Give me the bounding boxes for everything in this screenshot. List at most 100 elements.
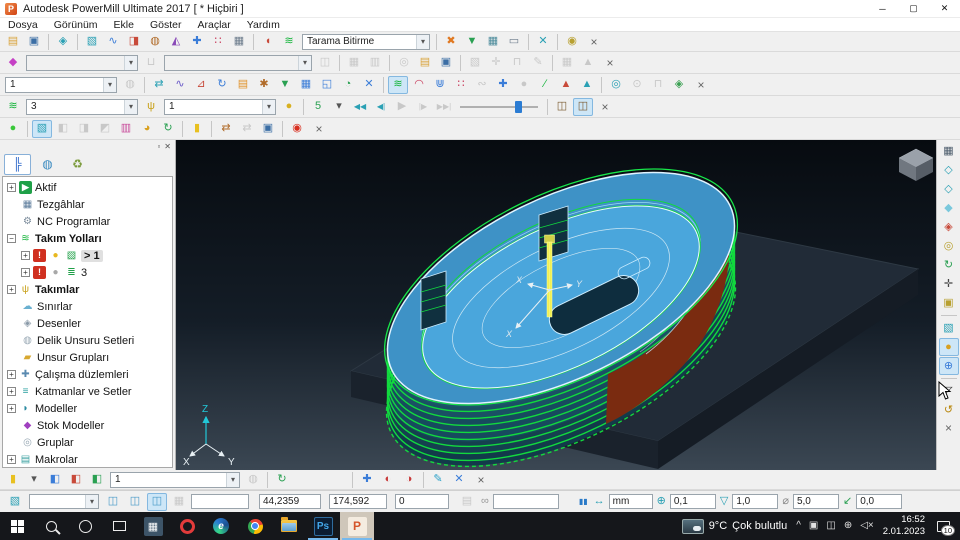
save-tool-database-button[interactable]: ▣ <box>436 54 456 72</box>
shading-options-button[interactable]: ◉ <box>562 33 582 51</box>
viewmill-swap-button[interactable]: ⇄ <box>216 120 236 138</box>
viewmill-rainbow-button[interactable]: ▥ <box>116 120 136 138</box>
toolpath-clock-button[interactable]: ◔ <box>338 76 358 94</box>
main-toolbar-close-button[interactable]: × <box>586 34 602 50</box>
simulation-speed-slider[interactable] <box>460 100 538 114</box>
notification-center-button[interactable]: 10 <box>934 518 955 536</box>
maximize-button[interactable]: ▢ <box>898 0 929 17</box>
explorer-tab-recycle[interactable]: ♻ <box>64 154 91 175</box>
iso1-view-button[interactable]: ◇ <box>939 161 959 179</box>
tool-toolbar-close-button[interactable]: × <box>602 55 618 71</box>
block-view-button[interactable]: ▧ <box>939 319 959 337</box>
weather-widget[interactable]: 9°C Çok bulutlu <box>681 518 787 534</box>
tree-expander[interactable]: + <box>7 370 16 379</box>
photoshop-app-button[interactable]: Ps <box>306 512 340 540</box>
pan-view-button[interactable]: ✛ <box>939 275 959 293</box>
tool-inspect-button[interactable]: ◎ <box>606 76 626 94</box>
delete-toolpath-button[interactable]: ✖ <box>441 33 461 51</box>
tree-expander[interactable]: + <box>7 183 16 192</box>
simulate-tool-combo[interactable]: 1 ▾ <box>164 98 276 115</box>
shade-toggle2-button[interactable]: ◑ <box>399 471 419 489</box>
viewmill-toolbar-close-button[interactable]: × <box>311 121 327 137</box>
cursor-x-field[interactable]: 44,2359 <box>259 494 321 509</box>
grid-size-field[interactable] <box>191 494 249 509</box>
menu-dosya[interactable]: Dosya <box>0 19 46 31</box>
rotate-animation-button[interactable]: ↻ <box>272 471 292 489</box>
go-to-start-button[interactable]: ◀◀ <box>350 98 370 116</box>
viewmill-level-button[interactable]: ▮ <box>187 120 207 138</box>
level-combo[interactable]: 1 ▾ <box>110 471 240 488</box>
viewmill-exit-button[interactable]: ◉ <box>287 120 307 138</box>
toolpath-swap-button[interactable]: ⇄ <box>149 76 169 94</box>
toolpath-ribbon-button[interactable]: ∿ <box>170 76 190 94</box>
select-box-button[interactable]: ◸ <box>939 382 959 400</box>
explorer-tab-world[interactable]: ◍ <box>34 154 61 175</box>
tree-item-takımlar[interactable]: + ψ Takımlar <box>3 281 172 298</box>
tree-item-gruplar[interactable]: ◎ Gruplar <box>3 434 172 451</box>
transform-button[interactable]: ✕ <box>533 33 553 51</box>
toolpath-name-combo[interactable]: 1 ▾ <box>5 76 117 93</box>
tree-expander[interactable]: − <box>7 234 16 243</box>
panel-close-icon[interactable]: ✕ <box>164 142 171 151</box>
cortana-button[interactable] <box>68 512 102 540</box>
highlight-point-button[interactable]: ● <box>279 98 299 116</box>
workplane-quick-button[interactable]: ✚ <box>357 471 377 489</box>
viewport[interactable]: X Y X Z X Y <box>176 140 936 470</box>
open-tool-database-button[interactable]: ▤ <box>415 54 435 72</box>
gouge-check-button[interactable]: ▲ <box>577 76 597 94</box>
simulation-toolbar-close-button[interactable]: × <box>597 99 613 115</box>
edge-app-button[interactable]: e <box>204 512 238 540</box>
tree-item-aktif[interactable]: + ▶ Aktif <box>3 179 172 196</box>
toolpath-toolbar-close-button[interactable]: × <box>693 77 709 93</box>
opera-app-button[interactable] <box>170 512 204 540</box>
block-form-button[interactable]: ▧ <box>82 33 102 51</box>
toolpath-flags-button[interactable]: ⊿ <box>191 76 211 94</box>
iso3-view-button[interactable]: ◆ <box>939 199 959 217</box>
tray-display-icon[interactable]: ◫ <box>826 521 835 531</box>
toolpath-folder-button[interactable]: ▤ <box>233 76 253 94</box>
menu-göster[interactable]: Göster <box>142 19 190 31</box>
machine-view-button[interactable]: ▦ <box>939 142 959 160</box>
block-button[interactable]: ◈ <box>53 33 73 51</box>
level-select-button[interactable]: ▮ <box>3 471 23 489</box>
batch-process-button[interactable]: ▼ <box>462 33 482 51</box>
tree-item-unsur-grupları[interactable]: ▰ Unsur Grupları <box>3 349 172 366</box>
workplane-edit-button[interactable]: ✚ <box>493 76 513 94</box>
toolpath-name-combo-arrow[interactable]: ▾ <box>103 77 116 92</box>
iso4-view-button[interactable]: ◈ <box>939 218 959 236</box>
shade-preset1-button[interactable]: ◧ <box>45 471 65 489</box>
viewmill-save-button[interactable]: ▣ <box>258 120 278 138</box>
boundary-button[interactable]: ◖ <box>258 33 278 51</box>
active-toolpath-button[interactable]: ≋ <box>388 75 408 94</box>
tree-expander[interactable]: + <box>7 285 16 294</box>
collision-check-button[interactable]: ▲ <box>556 76 576 94</box>
cursor-z-field[interactable]: 0 <box>395 494 449 509</box>
search-button[interactable] <box>34 512 68 540</box>
menu-araçlar[interactable]: Araçlar <box>190 19 239 31</box>
close-button[interactable]: ✕ <box>929 0 960 17</box>
cursor-y-field[interactable]: 174,592 <box>329 494 387 509</box>
rapid-heights-button[interactable]: ∿ <box>103 33 123 51</box>
measure-field[interactable] <box>492 494 559 509</box>
feeds-speeds-button[interactable]: ◍ <box>145 33 165 51</box>
tree-item-modeller[interactable]: + ◗ Modeller <box>3 400 172 417</box>
angle-field[interactable]: 0,0 <box>856 494 903 509</box>
panel-float-icon[interactable]: ▫ <box>157 142 160 151</box>
task-view-button[interactable] <box>102 512 136 540</box>
simulate-toolpath-combo-arrow[interactable]: ▾ <box>124 99 137 114</box>
viewmill-start-button[interactable]: ● <box>3 120 23 138</box>
simulate-tool-combo-arrow[interactable]: ▾ <box>262 99 275 114</box>
toolpath-batch-button[interactable]: ▼ <box>275 76 295 94</box>
tree-item-çalışma-düzlemleri[interactable]: + ✚ Çalışma düzlemleri <box>3 366 172 383</box>
menu-ekle[interactable]: Ekle <box>106 19 142 31</box>
zoom-box-button[interactable]: ▣ <box>939 294 959 312</box>
view-toolbar-close-button[interactable]: × <box>941 420 957 436</box>
lead-link-button[interactable]: ⋓ <box>430 76 450 94</box>
tolerance-field[interactable]: 0,1 <box>669 494 716 509</box>
tree-expander[interactable]: + <box>21 268 30 277</box>
level-arrow-button[interactable]: ▾ <box>24 471 44 489</box>
status-workplane-combo[interactable]: ▾ <box>29 494 99 509</box>
statistics-button[interactable]: ▦ <box>483 33 503 51</box>
menu-yardım[interactable]: Yardım <box>239 19 288 31</box>
calculator-button[interactable]: ▦ <box>229 33 249 51</box>
